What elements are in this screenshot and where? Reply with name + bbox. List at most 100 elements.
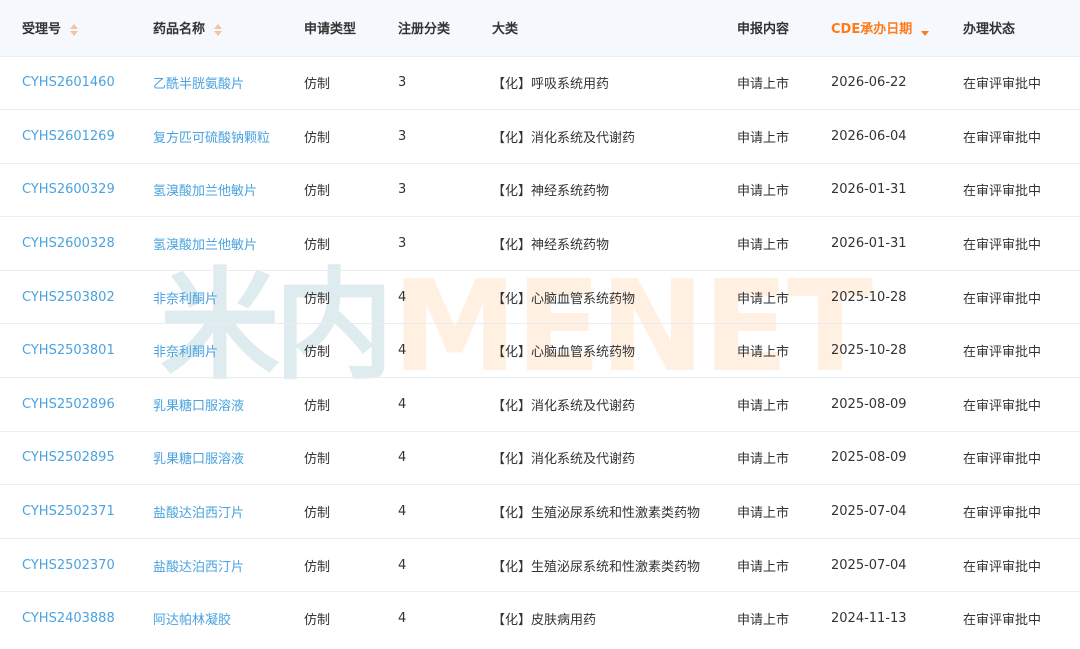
cell-category: 【化】神经系统药物 bbox=[492, 238, 610, 254]
cell-drug-name-link[interactable]: 氢溴酸加兰他敏片 bbox=[153, 217, 304, 271]
cell-cde-date: 2024-11-13 bbox=[831, 611, 907, 627]
cell-registration-class: 3 bbox=[398, 236, 407, 252]
cell-cde-date: 2025-08-09 bbox=[831, 450, 907, 466]
table-row: CYHS2502370 盐酸达泊西汀片 仿制 4 【化】生殖泌尿系统和性激素类药物 申请上… bbox=[0, 538, 1080, 592]
cell-category: 【化】消化系统及代谢药 bbox=[492, 130, 636, 146]
header-label: 注册分类 bbox=[398, 22, 451, 38]
cell-status: 在审评审批中 bbox=[963, 238, 1042, 254]
cell-cde-date: 2025-10-28 bbox=[831, 289, 907, 305]
cell-registration-class: 3 bbox=[398, 75, 407, 91]
cell-acceptance-no-link[interactable]: CYHS2502371 bbox=[0, 485, 153, 539]
header-cde-date[interactable]: CDE承办日期 bbox=[831, 0, 963, 56]
cell-application-type: 仿制 bbox=[304, 184, 331, 200]
header-label: 办理状态 bbox=[963, 22, 1016, 38]
cell-application-content: 申请上市 bbox=[737, 613, 790, 629]
cell-registration-class: 4 bbox=[398, 396, 407, 412]
table-row: CYHS2502896 乳果糖口服溶液 仿制 4 【化】消化系统及代谢药 申请上市 2025… bbox=[0, 377, 1080, 432]
cell-category: 【化】消化系统及代谢药 bbox=[492, 398, 636, 414]
cell-registration-class: 3 bbox=[398, 182, 407, 198]
sort-icon[interactable] bbox=[213, 23, 222, 36]
cell-drug-name-link[interactable]: 盐酸达泊西汀片 bbox=[153, 485, 304, 539]
cell-acceptance-no-link[interactable]: CYHS2601460 bbox=[0, 56, 153, 110]
cell-acceptance-no-link[interactable]: CYHS2503802 bbox=[0, 270, 153, 324]
cell-acceptance-no-link[interactable]: CYHS2600329 bbox=[0, 163, 153, 217]
header-drug-name[interactable]: 药品名称 bbox=[153, 0, 304, 56]
header-application-content: 申报内容 bbox=[737, 0, 831, 56]
cell-acceptance-no-link[interactable]: CYHS2601269 bbox=[0, 110, 153, 164]
cell-status: 在审评审批中 bbox=[963, 184, 1042, 200]
table-row: CYHS2601269 复方匹可硫酸钠颗粒 仿制 3 【化】消化系统及代谢药 申请上市 20… bbox=[0, 109, 1080, 164]
cell-application-content: 申请上市 bbox=[737, 345, 790, 361]
cell-application-type: 仿制 bbox=[304, 559, 331, 575]
cell-drug-name-link[interactable]: 乳果糖口服溶液 bbox=[153, 431, 304, 485]
cell-cde-date: 2025-07-04 bbox=[831, 557, 907, 573]
header-status: 办理状态 bbox=[963, 0, 1080, 56]
header-label: 受理号 bbox=[22, 22, 62, 38]
cell-application-type: 仿制 bbox=[304, 291, 331, 307]
cell-application-type: 仿制 bbox=[304, 398, 331, 414]
cell-acceptance-no-link[interactable]: CYHS2600328 bbox=[0, 217, 153, 271]
cell-drug-name-link[interactable]: 盐酸达泊西汀片 bbox=[153, 538, 304, 592]
cell-application-type: 仿制 bbox=[304, 613, 331, 629]
header-label: 申请类型 bbox=[304, 22, 357, 38]
cell-category: 【化】皮肤病用药 bbox=[492, 613, 597, 629]
table-row: CYHS2403888 阿达帕林凝胶 仿制 4 【化】皮肤病用药 申请上市 2024-11-… bbox=[0, 591, 1080, 646]
cell-category: 【化】神经系统药物 bbox=[492, 184, 610, 200]
table-row: CYHS2502371 盐酸达泊西汀片 仿制 4 【化】生殖泌尿系统和性激素类药物 申请上… bbox=[0, 484, 1080, 539]
cell-application-type: 仿制 bbox=[304, 345, 331, 361]
cell-cde-date: 2025-10-28 bbox=[831, 343, 907, 359]
cell-status: 在审评审批中 bbox=[963, 398, 1042, 414]
cell-drug-name-link[interactable]: 乳果糖口服溶液 bbox=[153, 378, 304, 432]
cell-application-type: 仿制 bbox=[304, 77, 331, 93]
table-row: CYHS2601460 乙酰半胱氨酸片 仿制 3 【化】呼吸系统用药 申请上市 2026-0… bbox=[0, 56, 1080, 110]
cell-category: 【化】生殖泌尿系统和性激素类药物 bbox=[492, 559, 701, 575]
cell-application-content: 申请上市 bbox=[737, 398, 790, 414]
header-registration-class: 注册分类 bbox=[398, 0, 492, 56]
cell-status: 在审评审批中 bbox=[963, 506, 1042, 522]
cell-cde-date: 2025-07-04 bbox=[831, 504, 907, 520]
cell-cde-date: 2026-06-22 bbox=[831, 75, 907, 91]
cell-drug-name-link[interactable]: 非奈利酮片 bbox=[153, 270, 304, 324]
header-application-type: 申请类型 bbox=[304, 0, 398, 56]
cell-application-content: 申请上市 bbox=[737, 77, 790, 93]
cell-acceptance-no-link[interactable]: CYHS2502895 bbox=[0, 431, 153, 485]
cell-status: 在审评审批中 bbox=[963, 130, 1042, 146]
cell-application-content: 申请上市 bbox=[737, 130, 790, 146]
cell-drug-name-link[interactable]: 非奈利酮片 bbox=[153, 324, 304, 378]
cell-acceptance-no-link[interactable]: CYHS2502896 bbox=[0, 378, 153, 432]
cell-cde-date: 2026-01-31 bbox=[831, 236, 907, 252]
cell-application-content: 申请上市 bbox=[737, 184, 790, 200]
table-row: CYHS2502895 乳果糖口服溶液 仿制 4 【化】消化系统及代谢药 申请上市 2025… bbox=[0, 431, 1080, 485]
cell-drug-name-link[interactable]: 乙酰半胱氨酸片 bbox=[153, 56, 304, 110]
cell-acceptance-no-link[interactable]: CYHS2503801 bbox=[0, 324, 153, 378]
header-label: CDE承办日期 bbox=[831, 22, 913, 38]
cell-registration-class: 4 bbox=[398, 557, 407, 573]
cell-status: 在审评审批中 bbox=[963, 613, 1042, 629]
cell-application-type: 仿制 bbox=[304, 238, 331, 254]
header-acceptance-no[interactable]: 受理号 bbox=[0, 0, 153, 56]
cell-drug-name-link[interactable]: 阿达帕林凝胶 bbox=[153, 592, 304, 646]
table-row: CYHS2503802 非奈利酮片 仿制 4 【化】心脑血管系统药物 申请上市 2025-1… bbox=[0, 270, 1080, 324]
cell-drug-name-link[interactable]: 复方匹可硫酸钠颗粒 bbox=[153, 110, 304, 164]
cell-acceptance-no-link[interactable]: CYHS2502370 bbox=[0, 538, 153, 592]
header-label: 药品名称 bbox=[153, 22, 206, 38]
cell-application-type: 仿制 bbox=[304, 130, 331, 146]
table-row: CYHS2503801 非奈利酮片 仿制 4 【化】心脑血管系统药物 申请上市 2025-1… bbox=[0, 323, 1080, 378]
cell-acceptance-no-link[interactable]: CYHS2403888 bbox=[0, 592, 153, 646]
cell-status: 在审评审批中 bbox=[963, 452, 1042, 468]
drug-application-table: 受理号 药品名称 申请类型 注册分类 大类 申报内容 CDE承办日期 办理状态 … bbox=[0, 0, 1080, 649]
cell-application-content: 申请上市 bbox=[737, 559, 790, 575]
table-row: CYHS2600329 氢溴酸加兰他敏片 仿制 3 【化】神经系统药物 申请上市 2026-… bbox=[0, 163, 1080, 217]
header-label: 大类 bbox=[492, 22, 519, 38]
cell-application-content: 申请上市 bbox=[737, 452, 790, 468]
cell-drug-name-link[interactable]: 氢溴酸加兰他敏片 bbox=[153, 163, 304, 217]
cell-application-content: 申请上市 bbox=[737, 506, 790, 522]
cell-cde-date: 2026-01-31 bbox=[831, 182, 907, 198]
cell-category: 【化】心脑血管系统药物 bbox=[492, 291, 636, 307]
sort-icon[interactable] bbox=[69, 23, 78, 36]
header-category: 大类 bbox=[492, 0, 737, 56]
table-header-row: 受理号 药品名称 申请类型 注册分类 大类 申报内容 CDE承办日期 办理状态 bbox=[0, 0, 1080, 56]
cell-registration-class: 3 bbox=[398, 128, 407, 144]
cell-registration-class: 4 bbox=[398, 611, 407, 627]
sort-desc-icon[interactable] bbox=[920, 24, 929, 36]
